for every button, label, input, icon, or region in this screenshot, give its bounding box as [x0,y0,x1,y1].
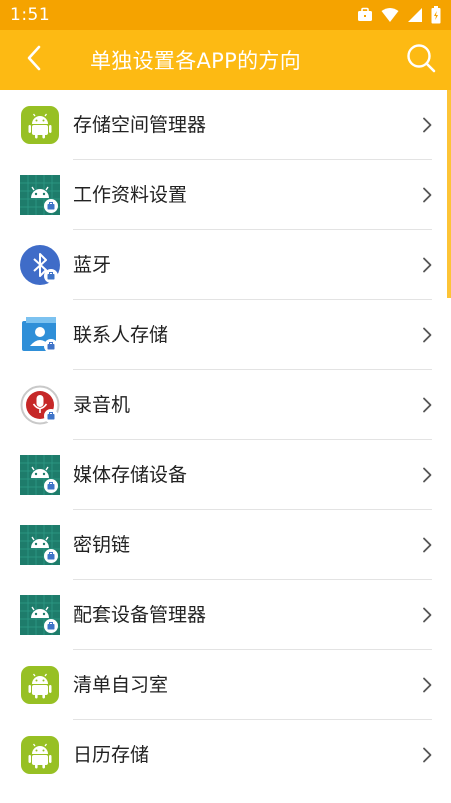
chevron-right-icon [421,537,433,553]
android-work-icon [20,175,60,215]
list-item[interactable]: 配套设备管理器 [0,580,451,650]
chevron-right-icon [421,397,433,413]
contacts-icon [20,315,60,355]
signal-icon [407,7,423,23]
status-time: 1:51 [10,5,51,25]
back-button[interactable] [0,30,68,90]
chevron-right-icon [421,187,433,203]
item-label: 联系人存储 [73,324,169,346]
search-button[interactable] [391,30,451,90]
item-label: 工作资料设置 [73,184,188,206]
battery-icon [431,6,441,24]
list-item[interactable]: 密钥链 [0,510,451,580]
item-label: 录音机 [73,394,131,416]
status-icons [357,6,441,24]
chevron-right-icon [421,327,433,343]
android-icon [20,665,60,705]
android-work-icon [20,525,60,565]
status-bar: 1:51 [0,0,451,30]
chevron-right-icon [421,467,433,483]
item-label: 日历存储 [73,744,150,766]
list-item[interactable]: 存储空间管理器 [0,90,451,160]
android-work-icon [20,595,60,635]
chevron-right-icon [421,607,433,623]
list-item[interactable]: 清单自习室 [0,650,451,720]
chevron-right-icon [421,747,433,763]
list-item[interactable]: 工作资料设置 [0,160,451,230]
android-icon [20,105,60,145]
microphone-icon [20,385,60,425]
android-work-icon [20,455,60,495]
item-label: 配套设备管理器 [73,604,207,626]
list-item[interactable]: 日历存储 [0,720,451,790]
chevron-right-icon [421,117,433,133]
list-item[interactable]: 联系人存储 [0,300,451,370]
android-icon [20,735,60,775]
search-icon [406,43,436,77]
item-label: 密钥链 [73,534,131,556]
item-label: 存储空间管理器 [73,114,207,136]
item-label: 蓝牙 [73,254,112,276]
back-arrow-icon [26,45,42,75]
chevron-right-icon [421,257,433,273]
bluetooth-icon [20,245,60,285]
list-item[interactable]: 媒体存储设备 [0,440,451,510]
briefcase-icon [357,7,373,23]
list-item[interactable]: 蓝牙 [0,230,451,300]
app-list: 存储空间管理器 工作资料设置 蓝牙 联系人存储 录音机 媒体存储设备 密钥链 配… [0,90,451,790]
app-bar: 单独设置各APP的方向 [0,30,451,90]
wifi-icon [381,7,399,23]
page-title: 单独设置各APP的方向 [90,49,301,73]
chevron-right-icon [421,677,433,693]
item-label: 媒体存储设备 [73,464,188,486]
item-label: 清单自习室 [73,674,169,696]
list-item[interactable]: 录音机 [0,370,451,440]
